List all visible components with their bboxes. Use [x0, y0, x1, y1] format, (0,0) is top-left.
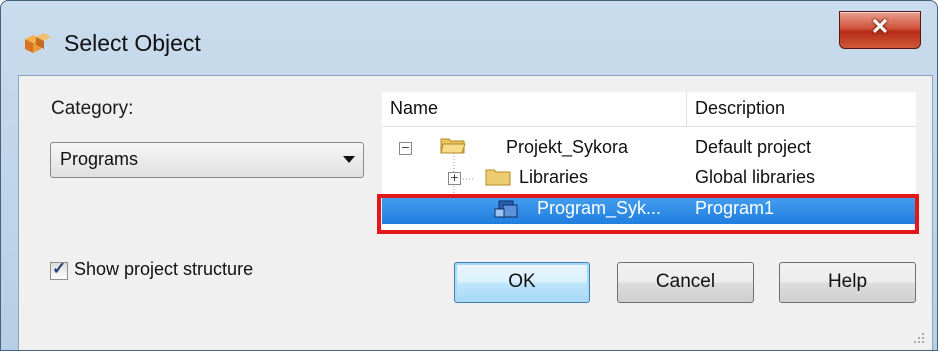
- title-bar[interactable]: Select Object ✕: [1, 1, 937, 75]
- chevron-down-icon: [343, 156, 355, 163]
- collapse-icon[interactable]: −: [399, 142, 412, 155]
- expand-icon[interactable]: +: [448, 172, 461, 185]
- row-description: Global libraries: [695, 167, 816, 187]
- close-button[interactable]: ✕: [839, 11, 921, 49]
- category-selected-value: Programs: [60, 149, 139, 169]
- row-name: Projekt_Sykora: [506, 137, 629, 157]
- tree-row-project[interactable]: − Projekt_Sykora Default project: [382, 133, 916, 163]
- object-cube-icon: [25, 33, 51, 53]
- show-structure-checkbox[interactable]: ✓: [50, 259, 68, 280]
- selection-highlight-box: [377, 194, 919, 234]
- column-header-description[interactable]: Description: [687, 92, 916, 127]
- row-description: Default project: [695, 137, 812, 157]
- cancel-button[interactable]: Cancel: [617, 262, 754, 303]
- category-label: Category:: [51, 98, 134, 119]
- show-structure-label[interactable]: Show project structure: [74, 259, 253, 280]
- row-name: Libraries: [519, 167, 589, 187]
- ok-button[interactable]: OK: [454, 262, 590, 303]
- folder-icon: [485, 169, 511, 186]
- category-dropdown[interactable]: Programs: [50, 142, 364, 178]
- folder-open-icon: [440, 138, 466, 154]
- dialog-title: Select Object: [64, 30, 201, 56]
- help-button[interactable]: Help: [779, 262, 916, 303]
- checkmark-icon: ✓: [52, 259, 67, 278]
- dialog-body: Category: Programs ✓ Show project struct…: [18, 75, 933, 350]
- close-icon: ✕: [870, 14, 890, 39]
- resize-grip-icon[interactable]: [912, 331, 926, 345]
- tree-row-libraries[interactable]: + Libraries Global libraries: [382, 163, 916, 193]
- select-object-dialog: Select Object ✕ Category: Programs ✓ Sho…: [0, 0, 938, 351]
